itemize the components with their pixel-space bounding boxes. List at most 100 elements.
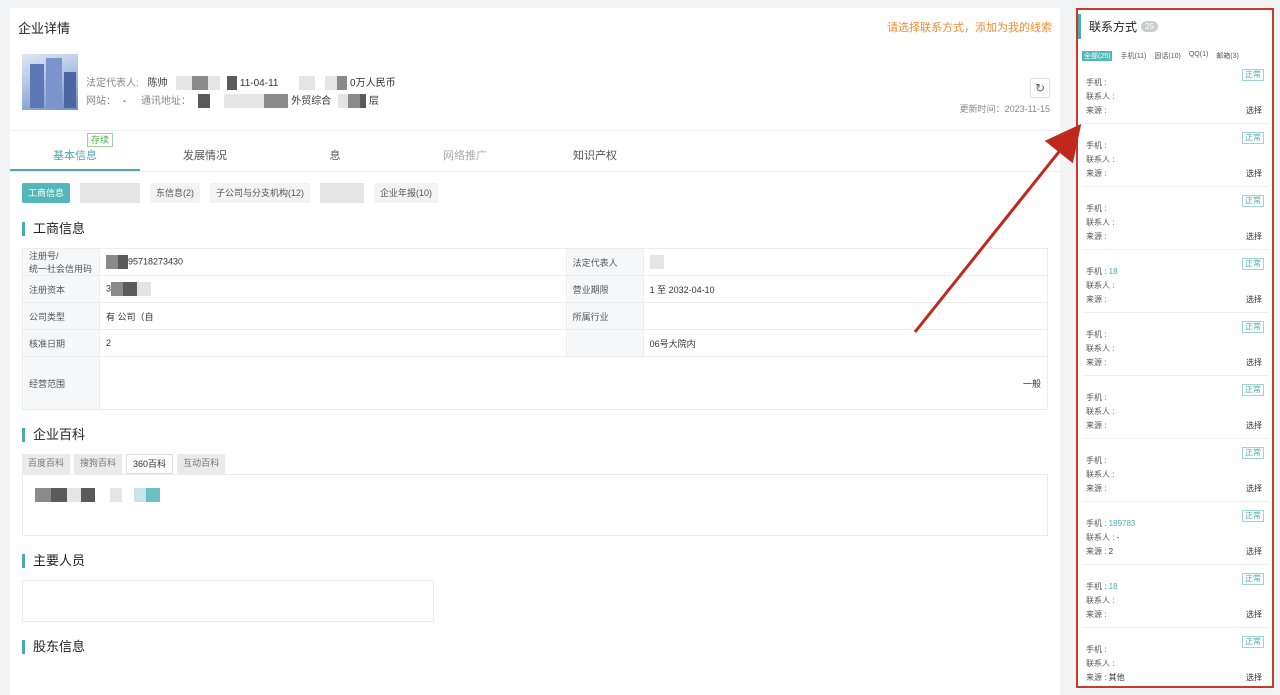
contact-row: 联系人 : bbox=[1086, 407, 1115, 416]
company-info-line-1: 法定代表人: 陈帅 11-04-11 0万人民币 bbox=[86, 74, 396, 91]
status-badge: 正常 bbox=[1242, 573, 1264, 585]
contact-card[interactable]: 正常 手机 : 联系人 : 来源 : 选择 bbox=[1082, 319, 1268, 376]
contact-card[interactable]: 正常 手机 : 189783 联系人 : - 来源 : 2 选择 bbox=[1082, 508, 1268, 565]
website-value: - bbox=[122, 96, 127, 107]
select-button[interactable]: 选择 bbox=[1246, 483, 1262, 494]
contact-card[interactable]: 正常 手机 : 联系人 : 来源 : 选择 bbox=[1082, 193, 1268, 250]
select-button[interactable]: 选择 bbox=[1246, 357, 1262, 368]
tab-360-baike[interactable]: 360百科 bbox=[126, 454, 174, 474]
refresh-button[interactable]: ↻ bbox=[1030, 78, 1050, 98]
section-people-title: 主要人员 bbox=[22, 554, 1048, 568]
phone-value: 189783 bbox=[1108, 519, 1136, 528]
clue-tip-link[interactable]: 请选择联系方式，添加为我的线索 bbox=[887, 19, 1052, 35]
address-fragment-2: 层 bbox=[368, 96, 379, 107]
contact-row: 联系人 : bbox=[1086, 659, 1115, 668]
company-logo bbox=[22, 54, 78, 110]
tab-online-promotion[interactable]: 网络推广 bbox=[400, 141, 530, 171]
tab-basic-info[interactable]: 基本信息 bbox=[10, 141, 140, 171]
phone-row: 手机 : 18 bbox=[1086, 582, 1118, 591]
status-badge: 正常 bbox=[1242, 447, 1264, 459]
chip-shareholders[interactable]: 东信息(2) bbox=[150, 183, 201, 203]
source-row: 来源 : bbox=[1086, 421, 1107, 430]
source-row: 来源 : 2 bbox=[1086, 547, 1114, 556]
phone-row: 手机 : bbox=[1086, 141, 1107, 150]
select-button[interactable]: 选择 bbox=[1246, 105, 1262, 116]
cell-key bbox=[565, 329, 644, 357]
select-button[interactable]: 选择 bbox=[1246, 546, 1262, 557]
contact-row: 联系人 : bbox=[1086, 344, 1115, 353]
status-badge: 正常 bbox=[1242, 636, 1264, 648]
chip-biz-info[interactable]: 工商信息 bbox=[22, 183, 71, 203]
contact-card[interactable]: 正常 手机 : 联系人 : 来源 : 选择 bbox=[1082, 382, 1268, 439]
source-row: 来源 : bbox=[1086, 358, 1107, 367]
phone-value: 18 bbox=[1108, 267, 1118, 276]
cell-value: 95718273430 bbox=[99, 248, 567, 276]
phone-row: 手机 : bbox=[1086, 393, 1107, 402]
status-badge: 正常 bbox=[1242, 69, 1264, 81]
company-info-line-2: 网站： - 通讯地址： 外贸综合 层 bbox=[86, 92, 379, 109]
contact-card[interactable]: 正常 手机 : 联系人 : 来源 : 选择 bbox=[1082, 130, 1268, 187]
tab-development[interactable]: 发展情况 bbox=[140, 141, 270, 171]
cell-value: 3 bbox=[99, 275, 567, 303]
table-row: 公司类型 有 公司（自 所属行业 bbox=[22, 302, 1049, 330]
legal-rep-label: 法定代表人: bbox=[86, 78, 139, 89]
source-row: 来源 : bbox=[1086, 169, 1107, 178]
filter-email[interactable]: 邮箱(3) bbox=[1216, 51, 1239, 61]
status-badge: 正常 bbox=[1242, 195, 1264, 207]
tab-info[interactable]: 息 bbox=[270, 141, 400, 171]
refresh-icon: ↻ bbox=[1034, 81, 1046, 95]
cell-key: 营业期限 bbox=[565, 275, 644, 303]
select-button[interactable]: 选择 bbox=[1246, 672, 1262, 683]
tab-baidu-baike[interactable]: 百度百科 bbox=[22, 454, 71, 474]
contact-card[interactable]: 正常 手机 : 联系人 : 来源 : 选择 bbox=[1082, 445, 1268, 502]
cell-value bbox=[642, 302, 1049, 330]
select-button[interactable]: 选择 bbox=[1246, 609, 1262, 620]
phone-row: 手机 : bbox=[1086, 330, 1107, 339]
contact-row: 联系人 : bbox=[1086, 218, 1115, 227]
contact-card[interactable]: 正常 手机 : 18 联系人 : 来源 : 选择 bbox=[1082, 571, 1268, 628]
status-badge: 正常 bbox=[1242, 258, 1264, 270]
filter-mobile[interactable]: 手机(11) bbox=[1120, 51, 1146, 61]
filter-qq[interactable]: QQ(1) bbox=[1189, 51, 1208, 61]
website-label: 网站： bbox=[86, 96, 116, 107]
source-row: 来源 : bbox=[1086, 106, 1107, 115]
tab-sogou-baike[interactable]: 搜狗百科 bbox=[74, 454, 123, 474]
contact-row: 联系人 : bbox=[1086, 92, 1115, 101]
table-row: 注册号/ 统一社会信用码 95718273430 法定代表人 bbox=[22, 248, 1049, 276]
filter-landline[interactable]: 固话(10) bbox=[1154, 51, 1180, 61]
section-biz-title: 工商信息 bbox=[22, 222, 1048, 236]
cell-key: 公司类型 bbox=[22, 302, 100, 330]
contact-panel: 联系方式 25 全部(25) 手机(11) 固话(10) QQ(1) 邮箱(3)… bbox=[1076, 8, 1274, 688]
tab-intellectual-property[interactable]: 知识产权 bbox=[530, 141, 660, 171]
chip-subsidiaries[interactable]: 子公司与分支机构(12) bbox=[210, 183, 311, 203]
biz-info-table: 注册号/ 统一社会信用码 95718273430 法定代表人 注册资本 3 营业… bbox=[22, 248, 1049, 410]
cell-value: 一般 bbox=[99, 356, 1048, 410]
table-row: 注册资本 3 营业期限 1 至 2032-04-10 bbox=[22, 275, 1049, 303]
contact-panel-title: 联系方式 bbox=[1089, 20, 1138, 34]
select-button[interactable]: 选择 bbox=[1246, 294, 1262, 305]
source-row: 来源 : bbox=[1086, 484, 1107, 493]
filter-all[interactable]: 全部(25) bbox=[1082, 51, 1113, 61]
encyc-content bbox=[22, 474, 1048, 536]
source-value: 其他 bbox=[1108, 673, 1125, 682]
contact-card[interactable]: 正常 手机 : 联系人 : 来源 : 选择 bbox=[1082, 67, 1268, 124]
cell-key: 注册号/ 统一社会信用码 bbox=[22, 248, 100, 276]
select-button[interactable]: 选择 bbox=[1246, 231, 1262, 242]
company-card: 法定代表人: 陈帅 11-04-11 0万人民币 网站： - 通讯地址： 外贸综… bbox=[10, 40, 1060, 147]
address-label: 通讯地址： bbox=[140, 96, 191, 107]
contact-card[interactable]: 正常 手机 : 18 联系人 : 来源 : 选择 bbox=[1082, 256, 1268, 313]
contact-list: 正常 手机 : 联系人 : 来源 : 选择 正常 手机 : 联系人 : 来源 :… bbox=[1078, 67, 1272, 686]
contact-card[interactable]: 正常 手机 : 联系人 : 来源 : 其他 选择 bbox=[1082, 634, 1268, 686]
status-badge: 正常 bbox=[1242, 132, 1264, 144]
contact-value: - bbox=[1116, 533, 1120, 542]
select-button[interactable]: 选择 bbox=[1246, 168, 1262, 179]
contact-row: 联系人 : bbox=[1086, 155, 1115, 164]
phone-row: 手机 : bbox=[1086, 204, 1107, 213]
chip-annual-reports[interactable]: 企业年报(10) bbox=[374, 183, 439, 203]
update-time: 更新时间：2023-11-15 bbox=[959, 104, 1050, 114]
phone-value: 18 bbox=[1108, 582, 1118, 591]
table-row: 经营范围 一般 bbox=[22, 356, 1048, 410]
select-button[interactable]: 选择 bbox=[1246, 420, 1262, 431]
tab-hudong-baike[interactable]: 互动百科 bbox=[177, 454, 226, 474]
contact-panel-header: 联系方式 25 bbox=[1078, 14, 1272, 39]
